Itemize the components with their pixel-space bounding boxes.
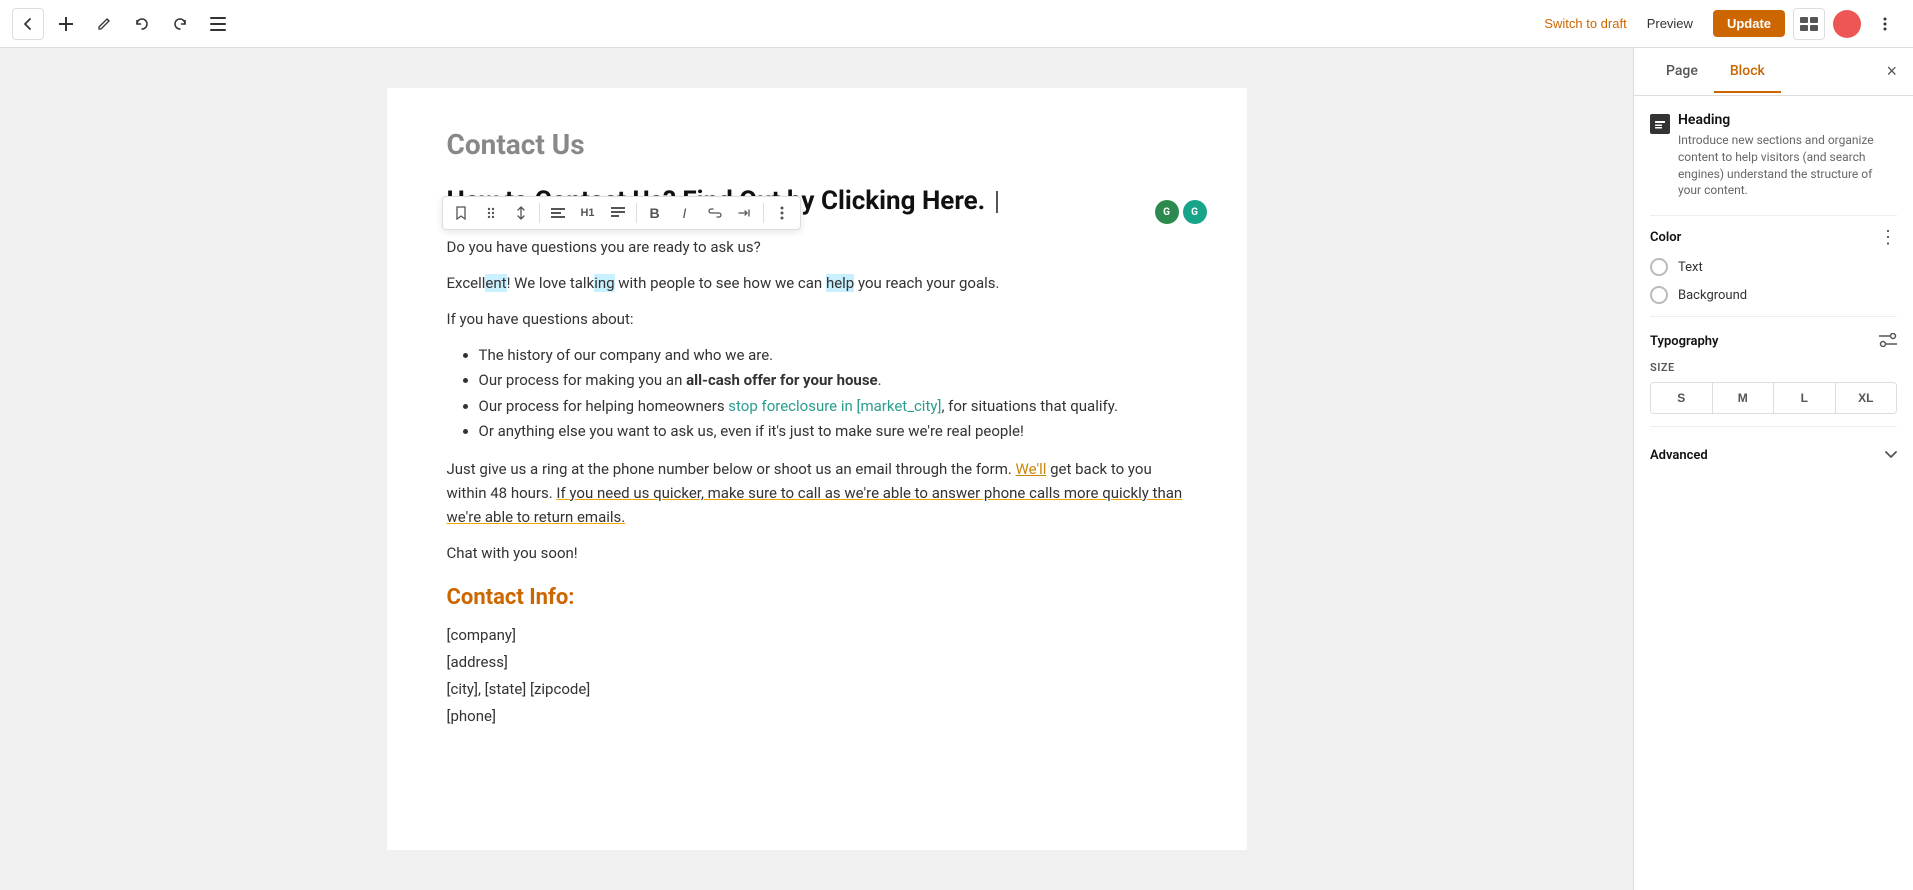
grammarly-icon-1[interactable]: G	[1155, 200, 1179, 224]
color-section-title: Color	[1650, 230, 1681, 245]
foreclosure-link[interactable]: stop foreclosure in [market_city]	[728, 397, 941, 415]
grammarly-icons: G G	[1155, 200, 1207, 224]
text-color-label: Text	[1678, 260, 1703, 275]
right-panel: Page Block × Heading Introduce new secti…	[1633, 48, 1913, 890]
panel-divider-1	[1650, 215, 1897, 216]
phone-field[interactable]: [phone]	[447, 703, 1187, 730]
main-layout: H1 B I G G	[0, 48, 1913, 890]
chevron-down-icon	[1885, 447, 1897, 463]
edit-button[interactable]	[88, 8, 120, 40]
preview-button[interactable]: Preview	[1635, 10, 1705, 37]
text-cursor	[996, 191, 998, 213]
text-color-radio[interactable]	[1650, 258, 1668, 276]
paragraph-2[interactable]: Excellent! We love talking with people t…	[447, 271, 1187, 295]
contact-info-heading[interactable]: Contact Info:	[447, 585, 1187, 610]
block-bookmark-button[interactable]	[447, 199, 475, 227]
block-info: Heading Introduce new sections and organ…	[1650, 112, 1897, 199]
typography-section-header: Typography	[1650, 333, 1897, 349]
contact-title: Contact Us	[447, 128, 1187, 161]
color-more-button[interactable]: ⋮	[1879, 228, 1897, 246]
tab-block[interactable]: Block	[1714, 51, 1781, 93]
panel-body: Heading Introduce new sections and organ…	[1634, 96, 1913, 483]
company-field[interactable]: [company]	[447, 622, 1187, 649]
editor-canvas: H1 B I G G	[387, 88, 1247, 850]
list-view-button[interactable]	[202, 8, 234, 40]
top-bar-left	[12, 8, 234, 40]
bullet-item-4[interactable]: Or anything else you want to ask us, eve…	[479, 419, 1187, 445]
bullet-item-2[interactable]: Our process for making you an all-cash o…	[479, 368, 1187, 394]
advanced-section[interactable]: Advanced	[1650, 443, 1897, 467]
more-options-button[interactable]	[1869, 8, 1901, 40]
city-state-zip-field[interactable]: [city], [state] [zipcode]	[447, 676, 1187, 703]
paragraph-4[interactable]: Just give us a ring at the phone number …	[447, 457, 1187, 529]
size-l-button[interactable]: L	[1774, 383, 1836, 413]
bullet-item-3[interactable]: Our process for helping homeowners stop …	[479, 394, 1187, 420]
toolbar-separator-3	[763, 203, 764, 223]
well-link[interactable]: We'll	[1016, 460, 1047, 478]
undo-button[interactable]	[126, 8, 158, 40]
background-color-label: Background	[1678, 288, 1747, 303]
size-xl-button[interactable]: XL	[1836, 383, 1897, 413]
block-toolbar: H1 B I	[442, 196, 801, 230]
block-move-button[interactable]	[507, 199, 535, 227]
block-bold-button[interactable]: B	[641, 199, 669, 227]
block-type-desc: Introduce new sections and organize cont…	[1678, 132, 1897, 199]
redo-button[interactable]	[164, 8, 196, 40]
paragraph-5[interactable]: Chat with you soon!	[447, 541, 1187, 565]
panel-close-button[interactable]: ×	[1886, 61, 1897, 82]
size-options: S M L XL	[1650, 382, 1897, 414]
typography-section: Typography SIZE S M L XL	[1650, 333, 1897, 414]
block-type-name: Heading	[1678, 112, 1897, 128]
block-more-inline-button[interactable]	[731, 199, 759, 227]
advanced-label: Advanced	[1650, 448, 1708, 463]
size-m-button[interactable]: M	[1713, 383, 1775, 413]
block-align-button[interactable]	[544, 199, 572, 227]
toolbar-separator-2	[636, 203, 637, 223]
bullet-item-1[interactable]: The history of our company and who we ar…	[479, 343, 1187, 369]
address-field[interactable]: [address]	[447, 649, 1187, 676]
add-block-button[interactable]	[50, 8, 82, 40]
user-avatar[interactable]	[1833, 10, 1861, 38]
view-toggle-button[interactable]	[1793, 8, 1825, 40]
background-color-option: Background	[1650, 286, 1897, 304]
tab-page[interactable]: Page	[1650, 51, 1714, 93]
text-color-option: Text	[1650, 258, 1897, 276]
grammarly-icon-2[interactable]: G	[1183, 200, 1207, 224]
back-button[interactable]	[12, 8, 44, 40]
editor-area: H1 B I G G	[0, 48, 1633, 890]
typography-adjust-button[interactable]	[1879, 333, 1897, 349]
panel-header: Page Block ×	[1634, 48, 1913, 96]
size-s-button[interactable]: S	[1651, 383, 1713, 413]
block-type-icon	[1650, 114, 1670, 134]
color-section-header: Color ⋮	[1650, 228, 1897, 246]
paragraph-3[interactable]: If you have questions about:	[447, 307, 1187, 331]
bullet-list: The history of our company and who we ar…	[447, 343, 1187, 445]
panel-divider-2	[1650, 316, 1897, 317]
switch-to-draft-button[interactable]: Switch to draft	[1544, 16, 1626, 31]
block-paragraph-button[interactable]	[604, 199, 632, 227]
block-options-button[interactable]	[768, 199, 796, 227]
toolbar-separator-1	[539, 203, 540, 223]
update-button[interactable]: Update	[1713, 10, 1785, 37]
top-bar: Switch to draft Preview Update	[0, 0, 1913, 48]
typography-section-title: Typography	[1650, 334, 1719, 349]
top-bar-right: Switch to draft Preview Update	[1544, 8, 1901, 40]
size-label: SIZE	[1650, 361, 1897, 374]
block-italic-button[interactable]: I	[671, 199, 699, 227]
panel-divider-3	[1650, 426, 1897, 427]
block-link-button[interactable]	[701, 199, 729, 227]
background-color-radio[interactable]	[1650, 286, 1668, 304]
paragraph-1[interactable]: Do you have questions you are ready to a…	[447, 235, 1187, 259]
block-drag-button[interactable]	[477, 199, 505, 227]
block-h1-button[interactable]: H1	[574, 199, 602, 227]
